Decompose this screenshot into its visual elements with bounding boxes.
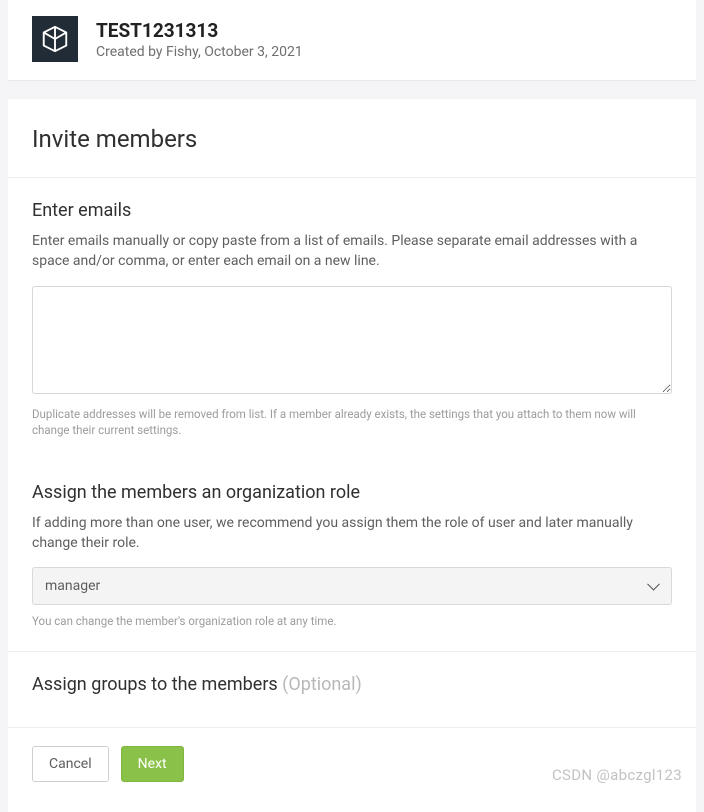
assign-groups-heading: Assign groups to the members (Optional): [32, 674, 672, 695]
assign-role-desc: If adding more than one user, we recomme…: [32, 513, 672, 554]
cancel-button[interactable]: Cancel: [32, 746, 109, 782]
assign-groups-heading-text: Assign groups to the members: [32, 674, 282, 695]
form-actions: Cancel Next: [8, 728, 696, 812]
unity-cube-icon: [40, 24, 70, 54]
unity-logo-icon: [32, 16, 78, 62]
assign-role-section: Assign the members an organization role …: [8, 460, 696, 652]
role-select-wrap: manager: [32, 567, 672, 605]
org-header-text: TEST1231313 Created by Fishy, October 3,…: [96, 19, 303, 60]
invite-members-panel: Invite members Enter emails Enter emails…: [8, 99, 696, 812]
assign-groups-section: Assign groups to the members (Optional): [8, 652, 696, 727]
org-title: TEST1231313: [96, 19, 303, 42]
role-select[interactable]: manager: [32, 567, 672, 605]
org-header: TEST1231313 Created by Fishy, October 3,…: [8, 0, 696, 81]
next-button[interactable]: Next: [121, 746, 184, 782]
org-subtitle: Created by Fishy, October 3, 2021: [96, 44, 303, 60]
emails-input[interactable]: [32, 286, 672, 394]
optional-label: (Optional): [282, 674, 362, 695]
enter-emails-desc: Enter emails manually or copy paste from…: [32, 231, 672, 272]
assign-role-heading: Assign the members an organization role: [32, 482, 672, 503]
page-title: Invite members: [8, 99, 696, 178]
emails-hint: Duplicate addresses will be removed from…: [32, 406, 672, 438]
enter-emails-section: Enter emails Enter emails manually or co…: [8, 178, 696, 460]
role-hint: You can change the member's organization…: [32, 613, 672, 629]
enter-emails-heading: Enter emails: [32, 200, 672, 221]
